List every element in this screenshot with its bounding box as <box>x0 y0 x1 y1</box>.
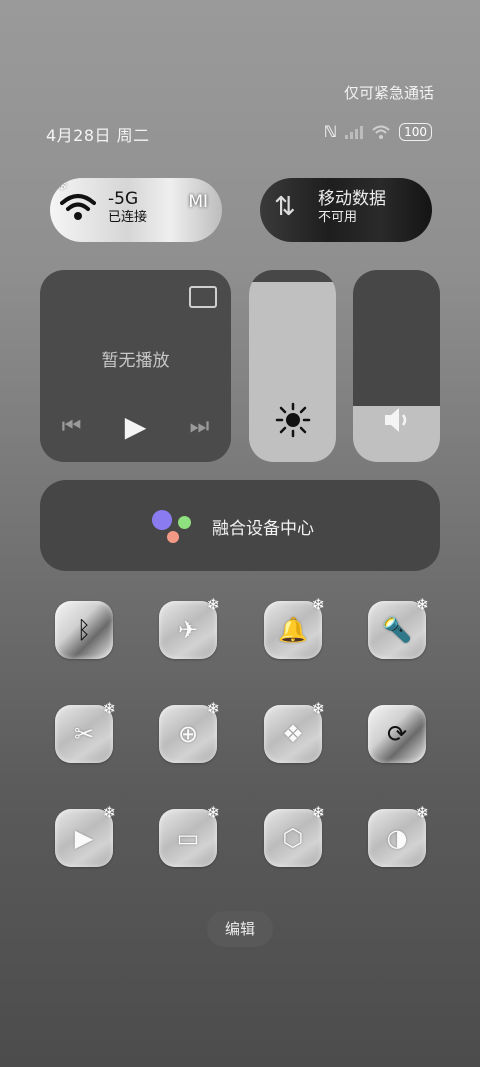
wifi-ssid-tail: MI <box>188 192 208 212</box>
signal-icon <box>345 125 364 139</box>
wifi-status: 已连接 <box>108 210 148 225</box>
wifi-ssid: -5G <box>108 189 139 209</box>
dark-mode-toggle[interactable]: ◑ ❄ <box>368 803 429 867</box>
device-center-label: 融合设备中心 <box>212 519 314 539</box>
wifi-status-icon <box>372 125 390 139</box>
snowflake-icon: ❄ <box>206 803 220 822</box>
snowflake-icon: ❄ <box>415 595 429 614</box>
snowflake-icon: ❄ <box>102 699 116 718</box>
battery-saver-toggle[interactable]: ⊕ ❄ <box>159 699 220 763</box>
snowflake-icon: ❄ <box>206 699 220 718</box>
emergency-call-text: 仅可紧急通话 <box>343 84 434 102</box>
cast-icon[interactable] <box>189 286 217 308</box>
hexagon-icon: ⬡ <box>282 824 304 852</box>
speaker-icon <box>385 408 407 432</box>
nfc-icon: ℕ <box>323 122 338 141</box>
snowflake-icon: ❄ <box>311 803 325 822</box>
rotation-lock-icon: ⟳ <box>386 720 408 748</box>
screen-cast-icon: ▭ <box>176 824 200 852</box>
flashlight-icon: 🔦 <box>382 616 412 644</box>
mobile-data-status: 不可用 <box>318 210 358 225</box>
snowflake-icon: ❄ <box>311 595 325 614</box>
share-diamond-icon: ❖ <box>282 720 304 748</box>
device-center-icon <box>152 510 196 544</box>
snowflake-icon: ❄ <box>56 178 68 194</box>
cast-toggle[interactable]: ▭ ❄ <box>159 803 220 867</box>
screen-record-toggle[interactable]: ▶ ❄ <box>55 803 116 867</box>
settings-toggle[interactable]: ⬡ ❄ <box>264 803 325 867</box>
video-camera-icon: ▶ <box>74 824 94 852</box>
battery-plus-icon: ⊕ <box>177 720 199 748</box>
flashlight-toggle[interactable]: 🔦 ❄ <box>368 595 429 659</box>
mute-toggle[interactable]: 🔔 ❄ <box>264 595 325 659</box>
airplane-icon: ✈ <box>177 616 199 644</box>
media-title: 暂无播放 <box>101 351 170 371</box>
media-player-tile[interactable]: 暂无播放 ⏮ ▶ ⏭ <box>40 270 231 462</box>
bluetooth-icon: ᛒ <box>76 616 92 644</box>
bell-icon: 🔔 <box>278 616 308 644</box>
mobile-data-icon: ⇅ <box>274 192 296 222</box>
previous-track-button[interactable]: ⏮ <box>62 414 82 439</box>
edit-button[interactable]: 编辑 <box>207 911 273 947</box>
sun-icon <box>275 402 311 438</box>
wifi-icon <box>60 194 96 220</box>
play-button[interactable]: ▶ <box>125 410 147 443</box>
status-icons: ℕ 100 <box>324 122 432 141</box>
airplane-toggle[interactable]: ✈ ❄ <box>159 595 220 659</box>
battery-icon: 100 <box>399 122 432 141</box>
screenshot-toggle[interactable]: ✂ ❄ <box>55 699 116 763</box>
snowflake-icon: ❄ <box>311 699 325 718</box>
mobile-data-label: 移动数据 <box>318 189 386 209</box>
rotation-lock-toggle[interactable]: ⟳ <box>368 705 426 763</box>
date-text: 4月28日 周二 <box>46 126 150 145</box>
scissors-icon: ✂ <box>73 720 95 748</box>
bluetooth-toggle[interactable]: ᛒ <box>55 601 113 659</box>
next-track-button[interactable]: ⏭ <box>190 414 210 439</box>
volume-slider[interactable] <box>353 270 440 462</box>
brightness-slider[interactable] <box>249 270 336 462</box>
snowflake-icon: ❄ <box>102 803 116 822</box>
wifi-tile[interactable]: -5G 已连接 MI ❄ <box>50 178 222 242</box>
contrast-icon: ◑ <box>386 824 408 852</box>
snowflake-icon: ❄ <box>206 595 220 614</box>
device-center-tile[interactable]: 融合设备中心 <box>40 480 440 571</box>
mobile-data-tile[interactable]: ⇅ 移动数据 不可用 <box>260 178 432 242</box>
nearby-share-toggle[interactable]: ❖ ❄ <box>264 699 325 763</box>
snowflake-icon: ❄ <box>415 803 429 822</box>
